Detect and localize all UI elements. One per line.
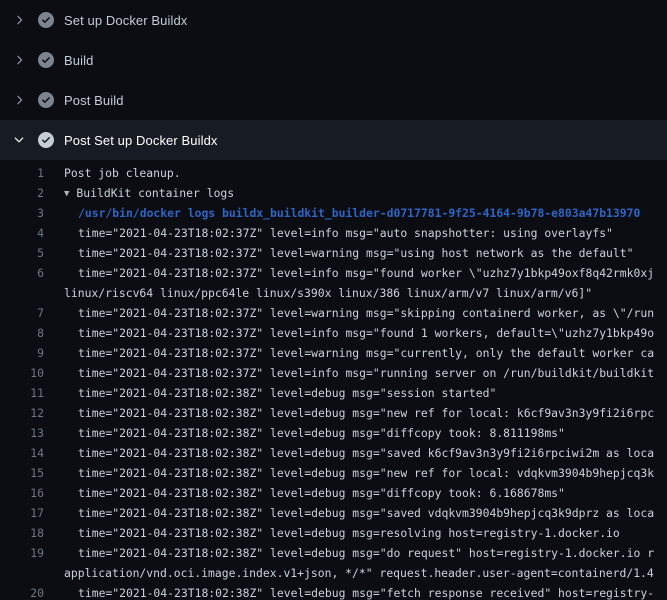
log-line-number[interactable]: 3: [0, 203, 44, 223]
log-line-text: time="2021-04-23T18:02:38Z" level=debug …: [78, 543, 654, 563]
check-circle-icon: [38, 52, 54, 68]
log-line: 18 time="2021-04-23T18:02:38Z" level=debu…: [0, 523, 667, 543]
log-line: 20 time="2021-04-23T18:02:38Z" level=debu…: [0, 583, 667, 600]
log-line: 13 time="2021-04-23T18:02:38Z" level=debu…: [0, 423, 667, 443]
log-line-text: time="2021-04-23T18:02:38Z" level=debug …: [78, 443, 654, 463]
log-line-text: time="2021-04-23T18:02:37Z" level=info m…: [78, 363, 654, 383]
log-line-text: linux/riscv64 linux/ppc64le linux/s390x …: [64, 283, 592, 303]
log-command-text: /usr/bin/docker logs buildx_buildkit_bui…: [78, 203, 640, 223]
step-label: Post Build: [64, 93, 124, 108]
log-line-number[interactable]: 16: [0, 483, 44, 503]
log-line-text: time="2021-04-23T18:02:37Z" level=warnin…: [78, 343, 654, 363]
step-row-build[interactable]: Build: [0, 40, 667, 80]
log-line: 3/usr/bin/docker logs buildx_buildkit_bu…: [0, 203, 667, 223]
step-row-post-set-up-docker-buildx[interactable]: Post Set up Docker Buildx: [0, 120, 667, 160]
log-line: 14 time="2021-04-23T18:02:38Z" level=debu…: [0, 443, 667, 463]
log-line: 11 time="2021-04-23T18:02:38Z" level=debu…: [0, 383, 667, 403]
log-line-text: time="2021-04-23T18:02:37Z" level=info m…: [78, 323, 654, 343]
log-line-text: application/vnd.oci.image.index.v1+json,…: [64, 563, 654, 583]
log-line: linux/riscv64 linux/ppc64le linux/s390x …: [0, 283, 667, 303]
log-line-text: time="2021-04-23T18:02:38Z" level=debug …: [78, 583, 654, 600]
log-line-number[interactable]: 15: [0, 463, 44, 483]
log-line-number[interactable]: 9: [0, 343, 44, 363]
log-line-text: time="2021-04-23T18:02:37Z" level=info m…: [78, 263, 654, 283]
log-viewer: 1 Post job cleanup. 2 ▼ BuildKit container l…: [0, 160, 667, 600]
log-line: application/vnd.oci.image.index.v1+json,…: [0, 563, 667, 583]
log-line: 2 ▼ BuildKit container logs: [0, 183, 667, 203]
chevron-right-icon: [12, 13, 26, 27]
log-line: 16 time="2021-04-23T18:02:38Z" level=debu…: [0, 483, 667, 503]
log-line: 4 time="2021-04-23T18:02:37Z" level=info …: [0, 223, 667, 243]
chevron-right-icon: [12, 93, 26, 107]
log-line: 9 time="2021-04-23T18:02:37Z" level=warni…: [0, 343, 667, 363]
check-circle-icon: [38, 92, 54, 108]
log-line-number[interactable]: 13: [0, 423, 44, 443]
log-line-text: time="2021-04-23T18:02:37Z" level=info m…: [78, 223, 613, 243]
log-line-text: time="2021-04-23T18:02:38Z" level=debug …: [78, 523, 620, 543]
step-label: Set up Docker Buildx: [64, 13, 187, 28]
log-line-number[interactable]: 8: [0, 323, 44, 343]
actions-log-page: { "steps": [ { "label": "Set up Docker B…: [0, 0, 667, 600]
check-circle-icon: [38, 12, 54, 28]
chevron-right-icon: [12, 53, 26, 67]
log-line-number[interactable]: 18: [0, 523, 44, 543]
log-line: 19 time="2021-04-23T18:02:38Z" level=debu…: [0, 543, 667, 563]
group-toggle-icon[interactable]: ▼: [64, 189, 69, 199]
step-row-post-build[interactable]: Post Build: [0, 80, 667, 120]
log-line-number[interactable]: 14: [0, 443, 44, 463]
log-line-number[interactable]: 10: [0, 363, 44, 383]
log-group-title: BuildKit container logs: [76, 186, 234, 200]
log-line-number[interactable]: 2: [0, 183, 44, 203]
log-line-text: time="2021-04-23T18:02:38Z" level=debug …: [78, 463, 654, 483]
log-line: 5 time="2021-04-23T18:02:37Z" level=warni…: [0, 243, 667, 263]
log-line-text: time="2021-04-23T18:02:38Z" level=debug …: [78, 403, 654, 423]
log-line: 17 time="2021-04-23T18:02:38Z" level=debu…: [0, 503, 667, 523]
log-line-number[interactable]: 7: [0, 303, 44, 323]
check-circle-icon: [38, 132, 54, 148]
log-line-text: time="2021-04-23T18:02:38Z" level=debug …: [78, 483, 565, 503]
log-line-number[interactable]: 20: [0, 583, 44, 600]
log-line: 15 time="2021-04-23T18:02:38Z" level=debu…: [0, 463, 667, 483]
log-line: 12 time="2021-04-23T18:02:38Z" level=debu…: [0, 403, 667, 423]
chevron-down-icon: [12, 133, 26, 147]
log-line-text: time="2021-04-23T18:02:38Z" level=debug …: [78, 423, 565, 443]
log-line-number[interactable]: 11: [0, 383, 44, 403]
log-group-header[interactable]: ▼ BuildKit container logs: [64, 183, 234, 204]
log-line: 1 Post job cleanup.: [0, 163, 667, 183]
step-label: Post Set up Docker Buildx: [64, 133, 218, 148]
log-line: 7 time="2021-04-23T18:02:37Z" level=warni…: [0, 303, 667, 323]
step-label: Build: [64, 53, 93, 68]
log-line: 6 time="2021-04-23T18:02:37Z" level=info …: [0, 263, 667, 283]
log-line-number[interactable]: 4: [0, 223, 44, 243]
log-line-number[interactable]: 17: [0, 503, 44, 523]
log-line-number[interactable]: 1: [0, 163, 44, 183]
log-line-text: Post job cleanup.: [64, 163, 181, 183]
step-list: Set up Docker Buildx Build Post Build Po…: [0, 0, 667, 160]
log-line-number[interactable]: 6: [0, 263, 44, 283]
log-line-number[interactable]: 5: [0, 243, 44, 263]
log-line-text: time="2021-04-23T18:02:38Z" level=debug …: [78, 503, 654, 523]
log-line: 8 time="2021-04-23T18:02:37Z" level=info …: [0, 323, 667, 343]
log-line-text: time="2021-04-23T18:02:38Z" level=debug …: [78, 383, 496, 403]
step-row-set-up-docker-buildx[interactable]: Set up Docker Buildx: [0, 0, 667, 40]
log-line-text: time="2021-04-23T18:02:37Z" level=warnin…: [78, 303, 654, 323]
log-line-number[interactable]: 19: [0, 543, 44, 563]
log-line-number[interactable]: 12: [0, 403, 44, 423]
log-line-text: time="2021-04-23T18:02:37Z" level=warnin…: [78, 243, 633, 263]
log-line: 10 time="2021-04-23T18:02:37Z" level=info…: [0, 363, 667, 383]
